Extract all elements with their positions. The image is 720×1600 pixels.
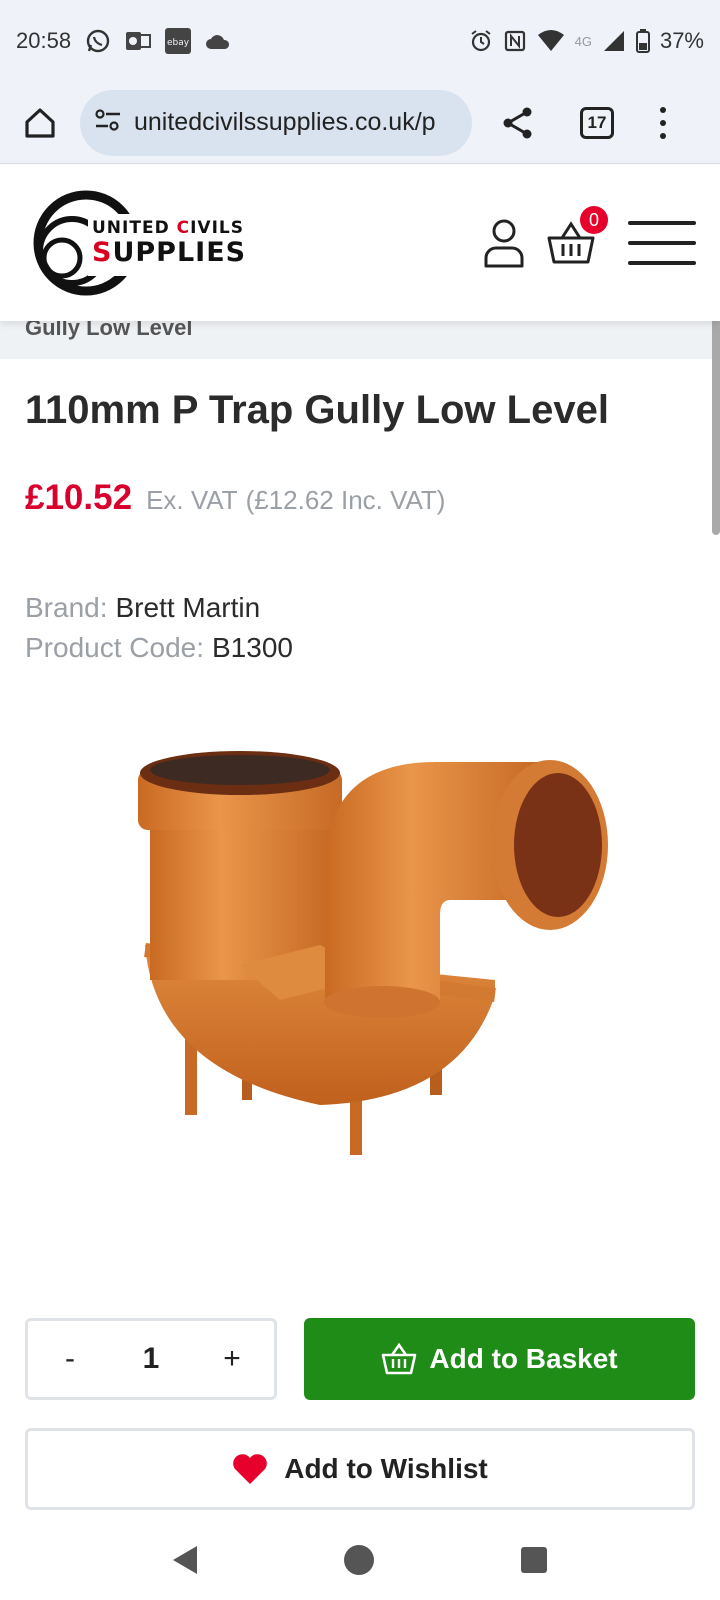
product-image[interactable] xyxy=(120,740,640,1180)
status-time: 20:58 xyxy=(16,28,72,53)
site-header: UNITED CIVILS SUPPLIES 0 xyxy=(0,165,720,321)
nfc-icon xyxy=(503,29,527,53)
site-logo[interactable]: UNITED CIVILS SUPPLIES xyxy=(24,188,246,298)
ebay-icon: ebay xyxy=(165,28,192,54)
cloud-icon xyxy=(205,31,231,51)
logo-wordmark: UNITED CIVILS SUPPLIES xyxy=(92,218,247,268)
recent-apps-icon[interactable] xyxy=(520,1547,547,1573)
logo-line1-rest: IVILS xyxy=(190,218,244,238)
breadcrumb-current: Gully Low Level xyxy=(25,321,193,340)
price-ex-vat-label: Ex. VAT xyxy=(146,485,238,515)
quantity-decrement-button[interactable]: - xyxy=(52,1342,88,1376)
logo-line2-rest: UPPLIES xyxy=(112,237,247,268)
product-price: £10.52 xyxy=(25,478,133,517)
network-type: 4G xyxy=(574,34,592,49)
add-to-basket-label: Add to Basket xyxy=(429,1343,618,1374)
logo-line1-accent: C xyxy=(176,218,191,238)
basket-icon xyxy=(382,1342,417,1375)
site-settings-icon[interactable] xyxy=(94,108,122,137)
outlook-icon xyxy=(125,29,152,53)
quantity-stepper: - 1 + xyxy=(25,1318,277,1400)
heart-icon xyxy=(233,1454,268,1484)
add-to-basket-button[interactable]: Add to Basket xyxy=(304,1318,695,1400)
alarm-icon xyxy=(469,29,493,53)
account-icon[interactable] xyxy=(482,218,526,268)
back-icon[interactable] xyxy=(173,1546,198,1574)
price-row: £10.52 Ex. VAT (£12.62 Inc. VAT) xyxy=(25,478,445,518)
quantity-increment-button[interactable]: + xyxy=(214,1342,250,1376)
wifi-icon xyxy=(537,29,565,53)
product-code-label: Product Code: xyxy=(25,632,204,663)
logo-line2-accent: S xyxy=(92,237,113,268)
status-bar: 20:58 ebay 4G 37% xyxy=(0,0,720,82)
tab-switcher-button[interactable]: 17 xyxy=(580,106,614,139)
url-text: unitedcivilssupplies.co.uk/p xyxy=(134,108,436,136)
whatsapp-icon xyxy=(85,28,111,54)
brand-label: Brand: xyxy=(25,592,108,623)
quantity-input[interactable]: 1 xyxy=(143,1342,160,1376)
address-bar[interactable]: unitedcivilssupplies.co.uk/p xyxy=(80,89,472,156)
add-to-wishlist-label: Add to Wishlist xyxy=(284,1453,488,1484)
home-icon[interactable] xyxy=(20,103,60,143)
brand-value[interactable]: Brett Martin xyxy=(116,592,261,623)
breadcrumb: Gully Low Level xyxy=(0,321,720,359)
product-code-value: B1300 xyxy=(212,632,293,663)
product-code: Product Code: B1300 xyxy=(25,632,293,664)
browser-toolbar: unitedcivilssupplies.co.uk/p 17 xyxy=(0,82,720,164)
price-inc-vat: (£12.62 Inc. VAT) xyxy=(245,485,446,515)
signal-icon xyxy=(602,29,626,53)
home-circle-icon[interactable] xyxy=(343,1545,374,1575)
basket-count-badge: 0 xyxy=(580,206,608,234)
logo-line1-prefix: UNITED xyxy=(92,218,177,238)
ebay-icon-label: ebay xyxy=(167,38,190,48)
product-brand: Brand: Brett Martin xyxy=(25,592,260,624)
battery-icon xyxy=(635,29,650,53)
system-nav-bar xyxy=(0,1520,720,1600)
basket-button[interactable]: 0 xyxy=(546,206,608,268)
battery-level: 37% xyxy=(659,28,704,53)
share-icon[interactable] xyxy=(498,103,538,143)
add-to-wishlist-button[interactable]: Add to Wishlist xyxy=(25,1428,695,1510)
browser-menu-icon[interactable] xyxy=(658,103,668,143)
site-menu-icon[interactable] xyxy=(628,221,696,265)
product-title: 110mm P Trap Gully Low Level xyxy=(25,388,609,432)
